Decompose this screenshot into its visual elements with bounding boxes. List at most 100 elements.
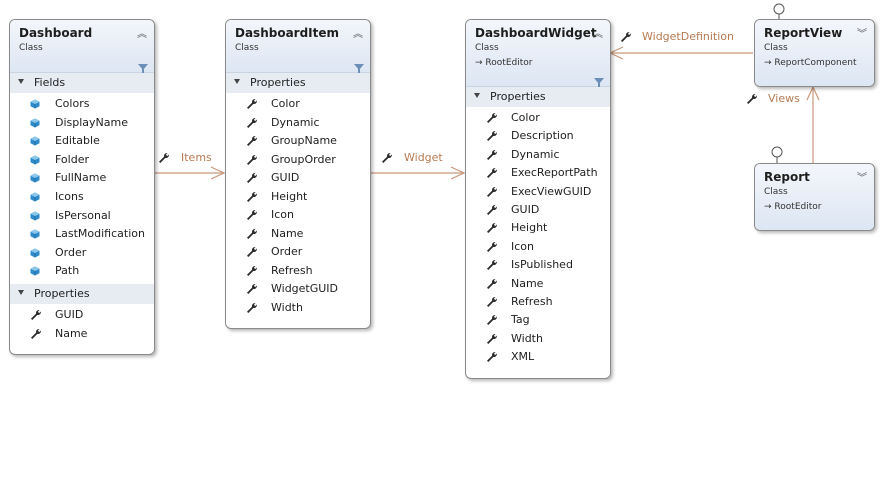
fields-section-header[interactable]: Fields [10,73,154,93]
expand-triangle-icon[interactable] [18,79,24,84]
property-wrench-icon [247,154,257,165]
property-wrench-icon [487,297,497,307]
property-item[interactable]: GUID [226,169,370,188]
member-name: Dynamic [271,115,320,129]
property-item[interactable]: Icon [226,206,370,225]
member-name: Tag [511,313,530,327]
property-item[interactable]: Dynamic [226,114,370,133]
field-item[interactable]: LastModification [10,225,154,244]
member-name: LastModification [55,227,145,241]
field-cube-icon [30,155,40,165]
property-item[interactable]: Height [226,188,370,207]
field-cube-icon [30,229,40,239]
field-item[interactable]: DisplayName [10,114,154,133]
field-item[interactable]: Path [10,262,154,281]
properties-section-header[interactable]: Properties [226,73,370,93]
class-name: DashboardItem [235,26,340,40]
field-item[interactable]: Order [10,244,154,263]
member-name: XML [511,350,535,364]
property-item[interactable]: Order [226,243,370,262]
field-item[interactable]: Icons [10,188,154,207]
base-class-name: RootEditor [485,58,533,68]
member-name: Dynamic [511,147,560,161]
property-wrench-icon [487,186,497,197]
field-item[interactable]: IsPersonal [10,207,154,226]
member-name: GroupOrder [271,152,336,166]
field-item[interactable]: Folder [10,151,154,170]
class-kind: Class [764,43,788,53]
property-item[interactable]: Icon [466,238,610,256]
filter-icon[interactable] [354,64,364,73]
property-item[interactable]: ExecViewGUID [466,183,610,201]
collapse-chevron-icon[interactable]: ︽ [593,25,603,40]
member-name: Name [511,276,544,290]
property-item[interactable]: XML [466,348,610,366]
member-name: GUID [511,202,540,216]
class-name: Dashboard [19,26,93,40]
base-class-name: ReportComponent [774,58,857,68]
property-item[interactable]: Name [466,275,610,293]
property-wrench-icon [487,168,497,179]
property-item[interactable]: Color [466,109,610,127]
property-item[interactable]: Tag [466,311,610,329]
properties-section-header[interactable]: Properties [10,283,154,304]
properties-list: GUID Name [10,304,154,348]
property-item[interactable]: Refresh [466,293,610,311]
property-item[interactable]: Width [226,299,370,318]
property-item[interactable]: GroupOrder [226,151,370,170]
properties-list: Color Dynamic GroupName GroupOrder GUID Heigh… [226,93,370,320]
property-wrench-icon [487,241,497,252]
property-wrench-icon [487,352,497,363]
base-class: → RootEditor [764,202,821,212]
property-wrench-icon [487,278,497,289]
widget-definition-wrench-icon [621,32,631,42]
member-name: Icon [271,208,294,221]
filter-icon[interactable] [594,78,604,87]
report-view-class-shape[interactable]: ReportView Class → ReportComponent ︾ [754,19,875,87]
member-name: Color [511,111,540,124]
property-item[interactable]: Name [10,325,154,345]
property-item[interactable]: Height [466,219,610,237]
property-item[interactable]: GUID [10,306,154,326]
class-name: ReportView [764,26,843,40]
property-wrench-icon [247,302,257,313]
property-item[interactable]: GUID [466,201,610,219]
dashboard-widget-class-shape[interactable]: DashboardWidget Class → RootEditor ︽ Pro… [465,19,611,379]
property-item[interactable]: GroupName [226,132,370,151]
field-item[interactable]: FullName [10,169,154,188]
base-class: → RootEditor [475,58,532,68]
expand-chevron-icon[interactable]: ︾ [857,169,867,184]
dashboard-class-shape[interactable]: Dashboard Class ︽ Fields Colors DisplayNa… [9,19,155,355]
expand-triangle-icon[interactable] [234,79,240,84]
dashboard-item-class-shape[interactable]: DashboardItem Class ︽ Properties Color Dy… [225,19,371,329]
property-wrench-icon [247,247,257,257]
report-view-lollipop [773,3,785,15]
property-item[interactable]: Color [226,95,370,114]
class-kind: Class [764,187,788,197]
collapse-chevron-icon[interactable]: ︽ [137,25,147,40]
expand-triangle-icon[interactable] [474,93,480,98]
section-label: Properties [490,90,546,103]
field-item[interactable]: Editable [10,132,154,151]
collapse-chevron-icon[interactable]: ︽ [353,25,363,40]
section-label: Fields [34,76,66,89]
properties-section-header[interactable]: Properties [466,87,610,107]
property-item[interactable]: IsPublished [466,256,610,274]
base-class-name: RootEditor [774,202,822,212]
property-item[interactable]: Refresh [226,262,370,281]
expand-chevron-icon[interactable]: ︾ [857,25,867,40]
field-cube-icon [30,266,40,276]
expand-triangle-icon[interactable] [18,289,24,295]
property-item[interactable]: Width [466,330,610,348]
member-name: Refresh [271,263,313,277]
property-item[interactable]: Dynamic [466,146,610,164]
property-item[interactable]: WidgetGUID [226,280,370,299]
property-item[interactable]: Name [226,225,370,244]
field-item[interactable]: Colors [10,95,154,114]
member-name: Path [55,264,80,278]
property-wrench-icon [487,223,497,234]
report-class-shape[interactable]: Report Class → RootEditor ︾ [754,163,875,231]
property-item[interactable]: ExecReportPath [466,164,610,182]
property-item[interactable]: Description [466,127,610,145]
filter-icon[interactable] [138,64,148,73]
